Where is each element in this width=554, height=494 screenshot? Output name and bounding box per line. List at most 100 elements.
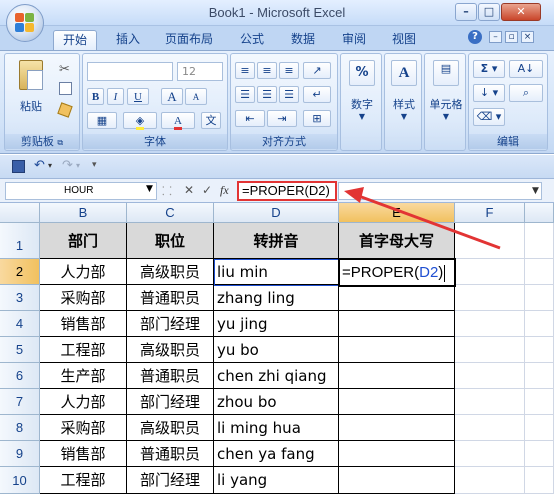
increase-indent-icon[interactable]: ⇥ [267, 110, 297, 127]
table-cell[interactable]: li ming hua [214, 415, 339, 441]
empty-cell[interactable] [525, 441, 554, 467]
table-cell[interactable]: 销售部 [40, 441, 127, 467]
table-cell-empty[interactable] [339, 441, 455, 467]
help-icon[interactable]: ? [468, 30, 482, 44]
table-cell-empty[interactable] [339, 363, 455, 389]
table-cell-empty[interactable] [339, 285, 455, 311]
wrap-text-icon[interactable]: ↵ [303, 86, 331, 103]
empty-cell[interactable] [455, 363, 525, 389]
autosum-button[interactable]: Σ ▾ [473, 60, 505, 78]
tab-home[interactable]: 开始 [53, 30, 98, 50]
office-button[interactable] [6, 4, 44, 42]
tab-data[interactable]: 数据 [291, 30, 315, 50]
table-cell[interactable]: chen ya fang [214, 441, 339, 467]
customize-qat-icon[interactable]: ▾ [92, 160, 97, 170]
table-cell[interactable]: li yang [214, 467, 339, 494]
minimize-button[interactable]: – [455, 3, 477, 21]
table-cell[interactable]: 高级职员 [127, 337, 214, 363]
active-cell-editor[interactable]: =PROPER(D2) [338, 258, 456, 287]
cells-icon[interactable]: ▤ [433, 60, 459, 86]
row-header-6[interactable]: 6 [0, 363, 40, 389]
empty-cell[interactable] [525, 389, 554, 415]
shrink-font-button[interactable]: A [185, 88, 207, 105]
clear-icon[interactable]: ⌫ ▾ [473, 108, 505, 126]
redo-dropdown-icon[interactable]: ▾ [76, 161, 80, 170]
table-cell[interactable]: 普通职员 [127, 441, 214, 467]
empty-cell[interactable] [455, 311, 525, 337]
empty-cell[interactable] [455, 223, 525, 259]
formula-input-area[interactable] [338, 182, 542, 200]
empty-cell[interactable] [525, 467, 554, 494]
phonetic-button[interactable]: 文 [201, 112, 221, 129]
tab-formulas[interactable]: 公式 [240, 30, 264, 50]
font-color-button[interactable]: A [161, 112, 195, 130]
enter-formula-icon[interactable]: ✓ [202, 183, 212, 197]
empty-cell[interactable] [455, 285, 525, 311]
table-cell[interactable]: 销售部 [40, 311, 127, 337]
column-header-e[interactable]: E [339, 203, 455, 223]
borders-button[interactable]: ▦ [87, 112, 117, 129]
tab-review[interactable]: 审阅 [342, 30, 366, 50]
table-cell[interactable]: 采购部 [40, 415, 127, 441]
doc-minimize-icon[interactable]: – [489, 31, 502, 43]
table-cell[interactable]: 生产部 [40, 363, 127, 389]
copy-icon[interactable] [59, 82, 72, 95]
number-format-icon[interactable]: % [349, 60, 375, 86]
underline-button[interactable]: U [127, 88, 149, 105]
table-cell[interactable]: 部门经理 [127, 389, 214, 415]
table-cell[interactable]: 人力部 [40, 389, 127, 415]
align-center-icon[interactable]: ☰ [257, 86, 277, 103]
row-header-5[interactable]: 5 [0, 337, 40, 363]
table-cell-empty[interactable] [339, 389, 455, 415]
align-top-icon[interactable]: ≡ [235, 62, 255, 79]
table-cell[interactable]: 部门经理 [127, 467, 214, 494]
empty-cell[interactable] [525, 415, 554, 441]
table-cell[interactable]: zhou bo [214, 389, 339, 415]
insert-function-icon[interactable]: fx [220, 183, 229, 198]
select-all-corner[interactable] [0, 203, 40, 223]
empty-cell[interactable] [525, 363, 554, 389]
number-dropdown-icon[interactable]: ▼ [341, 112, 383, 121]
row-header-3[interactable]: 3 [0, 285, 40, 311]
row-header-9[interactable]: 9 [0, 441, 40, 467]
table-cell[interactable]: 采购部 [40, 285, 127, 311]
tab-insert[interactable]: 插入 [116, 30, 140, 50]
align-left-icon[interactable]: ☰ [235, 86, 255, 103]
empty-cell[interactable] [455, 467, 525, 494]
cells-dropdown-icon[interactable]: ▼ [425, 112, 467, 121]
table-cell[interactable]: 部门经理 [127, 311, 214, 337]
empty-cell[interactable] [455, 337, 525, 363]
table-header-cell[interactable]: 职位 [127, 223, 214, 259]
cut-icon[interactable]: ✂ [59, 62, 70, 77]
doc-restore-icon[interactable]: ▫ [505, 31, 518, 43]
cancel-formula-icon[interactable]: ✕ [184, 183, 194, 197]
row-header-7[interactable]: 7 [0, 389, 40, 415]
empty-cell[interactable] [525, 337, 554, 363]
styles-icon[interactable]: A [391, 60, 417, 86]
table-cell[interactable]: 高级职员 [127, 415, 214, 441]
cells-label[interactable]: 单元格 [425, 96, 467, 112]
align-bottom-icon[interactable]: ≡ [279, 62, 299, 79]
name-box-dropdown-icon[interactable]: ▼ [146, 184, 153, 194]
format-painter-icon[interactable] [57, 102, 73, 118]
row-header-2[interactable]: 2 [0, 259, 40, 285]
table-cell-empty[interactable] [339, 337, 455, 363]
column-header-d[interactable]: D [214, 203, 339, 223]
table-cell[interactable]: 工程部 [40, 467, 127, 494]
empty-cell[interactable] [455, 389, 525, 415]
table-cell[interactable]: 工程部 [40, 337, 127, 363]
empty-cell[interactable] [525, 285, 554, 311]
table-cell[interactable]: chen zhi qiang [214, 363, 339, 389]
empty-cell[interactable] [455, 259, 525, 285]
column-header-g[interactable] [525, 203, 554, 223]
paste-label[interactable]: 粘贴 [11, 98, 51, 114]
align-middle-icon[interactable]: ≡ [257, 62, 277, 79]
table-header-cell[interactable]: 转拼音 [214, 223, 339, 259]
orientation-icon[interactable]: ↗ [303, 62, 331, 79]
undo-dropdown-icon[interactable]: ▾ [48, 161, 52, 170]
row-header-10[interactable]: 10 [0, 467, 40, 494]
table-cell[interactable]: 普通职员 [127, 363, 214, 389]
save-icon[interactable] [12, 160, 25, 173]
grow-font-button[interactable]: A [161, 88, 183, 105]
undo-icon[interactable]: ↶ [34, 158, 45, 173]
